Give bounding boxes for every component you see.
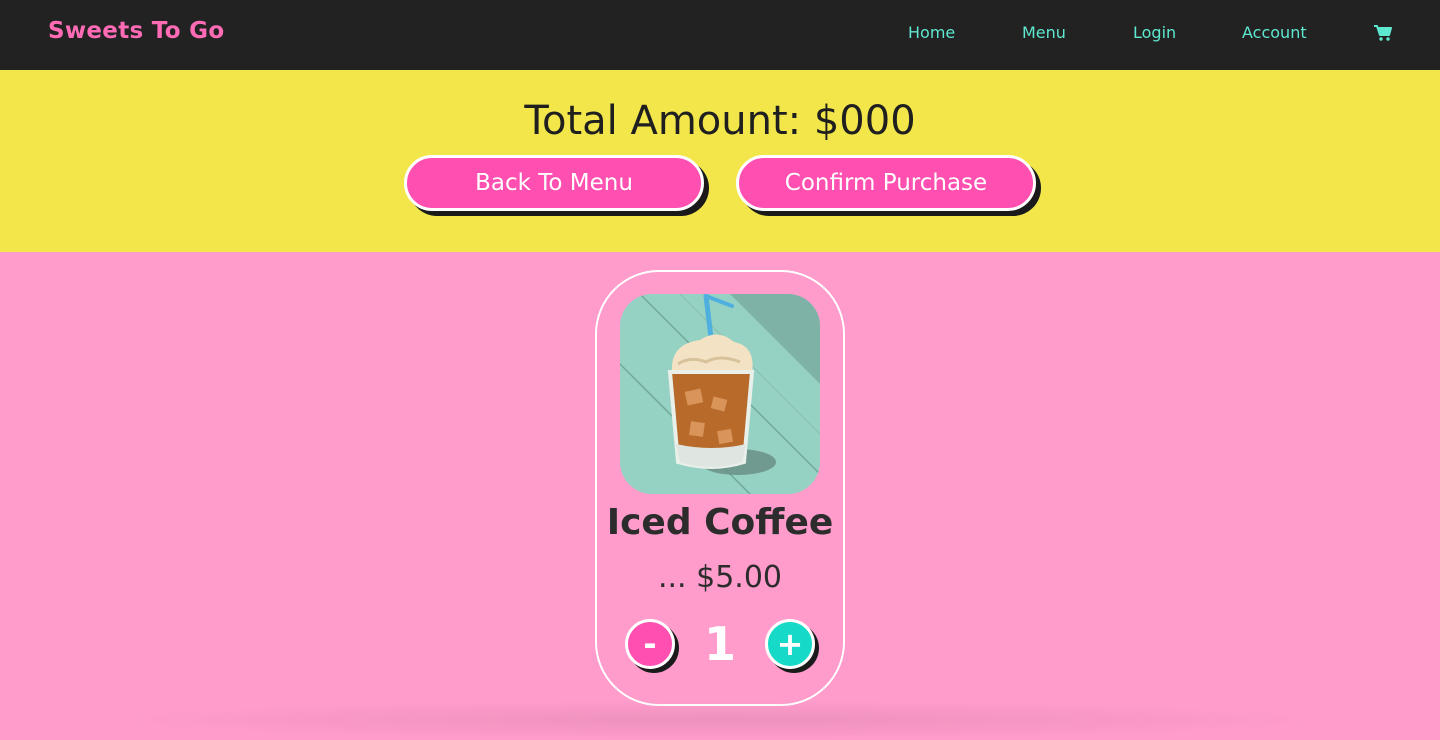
nav-link-login[interactable]: Login [1133, 23, 1176, 42]
nav-link-menu[interactable]: Menu [1022, 23, 1066, 42]
nav-link-home[interactable]: Home [908, 23, 955, 42]
increase-quantity-button[interactable]: + [765, 619, 815, 669]
decrease-quantity-button[interactable]: - [625, 619, 675, 669]
navbar: Sweets To Go Home Menu Login Account [0, 0, 1440, 70]
total-amount: Total Amount: $000 [524, 98, 916, 144]
quantity-value: 1 [703, 617, 736, 671]
back-to-menu-button[interactable]: Back To Menu [404, 155, 704, 211]
cart-item-card: Iced Coffee ... $5.00 - 1 + [595, 270, 845, 706]
nav-link-account[interactable]: Account [1242, 23, 1307, 42]
product-price: ... $5.00 [657, 560, 783, 595]
order-summary: Total Amount: $000 Back To Menu Confirm … [0, 70, 1440, 252]
product-name: Iced Coffee [606, 502, 834, 543]
brand-logo[interactable]: Sweets To Go [48, 18, 224, 44]
confirm-purchase-button[interactable]: Confirm Purchase [736, 155, 1036, 211]
iced-coffee-image [620, 294, 820, 494]
shopping-cart-icon[interactable] [1374, 24, 1392, 42]
section-shadow [100, 700, 1340, 740]
